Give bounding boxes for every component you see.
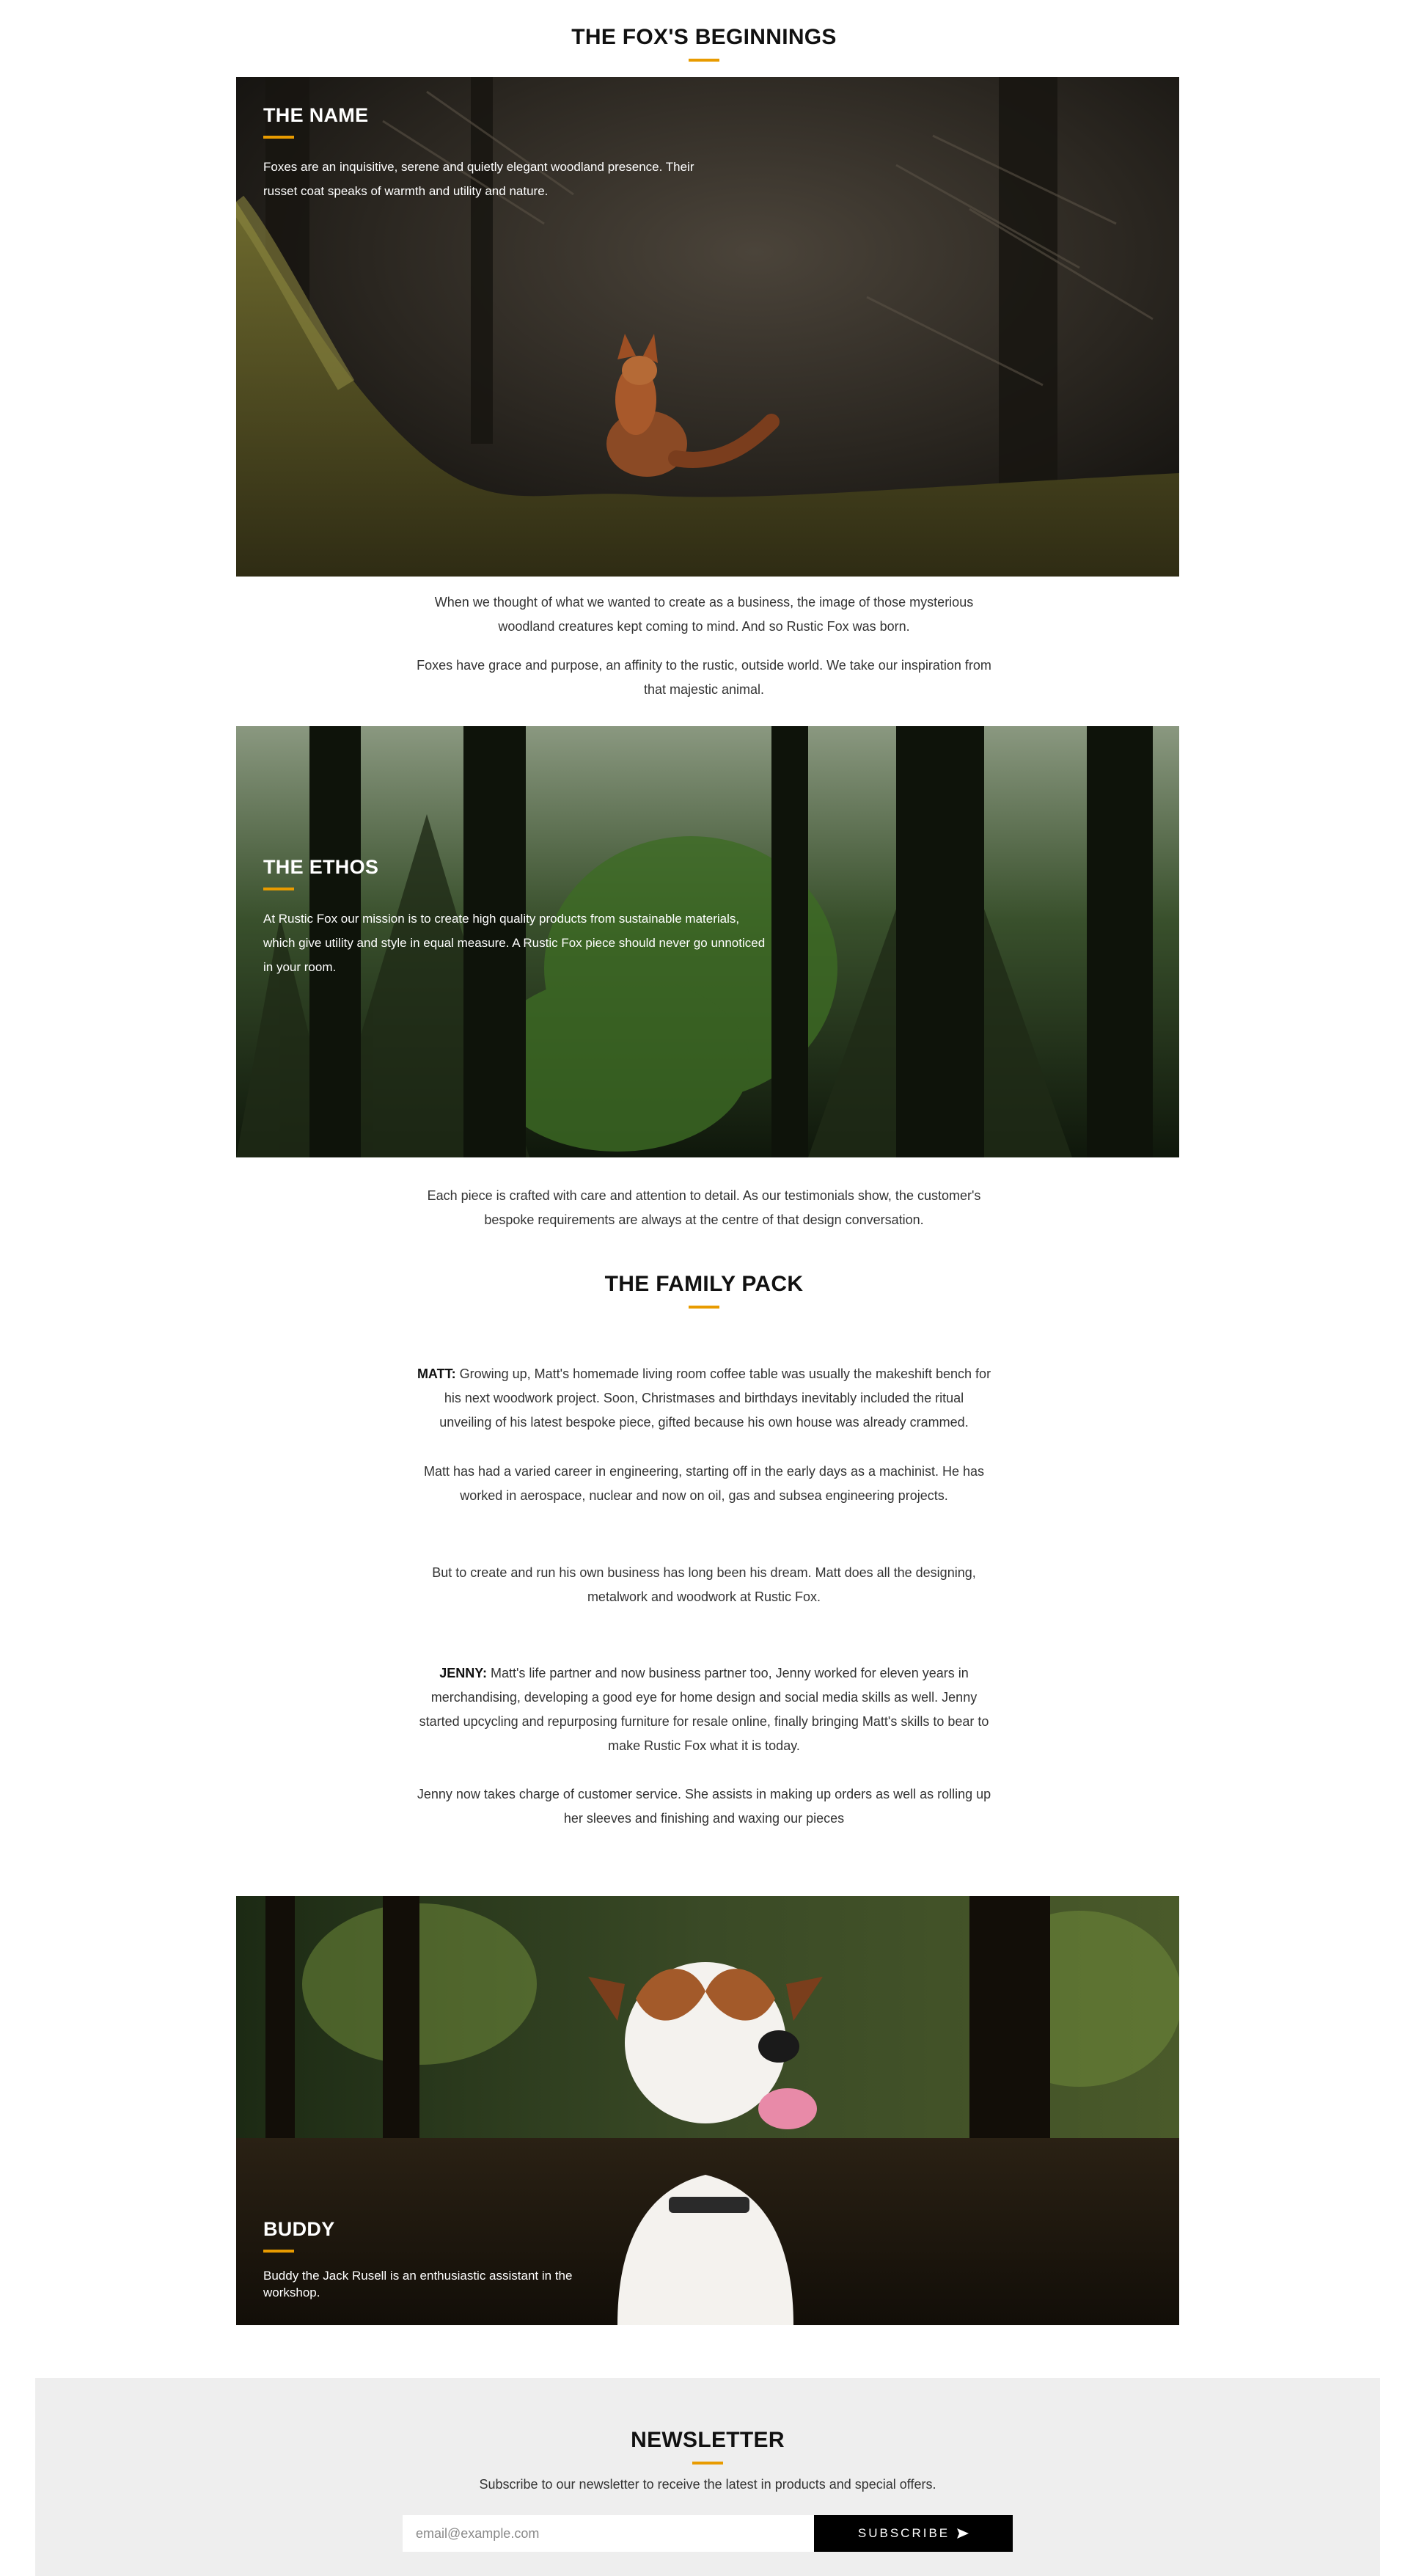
name-card-title: THE NAME — [263, 104, 369, 126]
subscribe-button-label: SUBSCRIBE — [857, 2526, 950, 2540]
paragraph-line: started upcycling and repurposing furnit… — [419, 1714, 989, 1729]
paragraph-line: make Rustic Fox what it is today. — [608, 1738, 800, 1753]
beginnings-section: THE FOX'S BEGINNINGS — [0, 25, 1408, 62]
matt-paragraph-1: MATT: Growing up, Matt's homemade living… — [0, 1362, 1408, 1435]
buddy-line: Buddy the Jack Rusell is an enthusiastic… — [263, 2269, 573, 2283]
buddy-card-text: Buddy the Jack Rusell is an enthusiastic… — [263, 2267, 645, 2301]
ethos-line: which give utility and style in equal me… — [263, 936, 766, 950]
ethos-hero-image: THE ETHOS At Rustic Fox our mission is t… — [236, 726, 1179, 1157]
beginnings-paragraph-1: When we thought of what we wanted to cre… — [0, 590, 1408, 639]
jenny-name: JENNY: — [439, 1666, 487, 1680]
family-section: THE FAMILY PACK — [0, 1272, 1408, 1309]
buddy-card: BUDDY Buddy the Jack Rusell is an enthus… — [263, 2218, 645, 2301]
paragraph-line: metalwork and woodwork at Rustic Fox. — [587, 1589, 821, 1604]
fox-hero-image: THE NAME Foxes are an inquisitive, seren… — [236, 77, 1179, 577]
newsletter-subtitle: Subscribe to our newsletter to receive t… — [479, 2477, 936, 2492]
ethos-card-title: THE ETHOS — [263, 856, 379, 878]
ethos-card-text: At Rustic Fox our mission is to create h… — [263, 907, 850, 979]
ethos-paragraph: Each piece is crafted with care and atte… — [0, 1184, 1408, 1232]
ethos-line: in your room. — [263, 960, 337, 974]
name-card-line: Foxes are an inquisitive, serene and qui… — [263, 160, 694, 174]
card-underline — [263, 888, 294, 890]
paragraph-line: Jenny now takes charge of customer servi… — [417, 1787, 991, 1801]
paragraph-line: woodland creatures kept coming to mind. … — [498, 619, 910, 634]
paragraph-line: Growing up, Matt's homemade living room … — [455, 1366, 991, 1381]
heading-underline — [689, 59, 719, 62]
paragraph-line: bespoke requirements are always at the c… — [484, 1212, 924, 1227]
heading-underline — [692, 2462, 723, 2465]
paragraph-line: her sleeves and finishing and waxing our… — [563, 1811, 845, 1826]
paragraph-line: Each piece is crafted with care and atte… — [427, 1188, 981, 1203]
beginnings-heading: THE FOX'S BEGINNINGS — [571, 25, 837, 49]
ethos-card: THE ETHOS At Rustic Fox our mission is t… — [263, 856, 850, 979]
paragraph-line: worked in aerospace, nuclear and now on … — [460, 1488, 948, 1503]
buddy-hero-image: BUDDY Buddy the Jack Rusell is an enthus… — [236, 1896, 1179, 2325]
newsletter-section: NEWSLETTER Subscribe to our newsletter t… — [35, 2378, 1380, 2576]
card-underline — [263, 136, 294, 139]
name-card-text: Foxes are an inquisitive, serene and qui… — [263, 155, 821, 203]
matt-paragraph-3: But to create and run his own business h… — [0, 1561, 1408, 1609]
paragraph-line: Foxes have grace and purpose, an affinit… — [417, 658, 991, 673]
paragraph-line: When we thought of what we wanted to cre… — [434, 595, 974, 610]
subscribe-button[interactable]: SUBSCRIBE — [814, 2515, 1013, 2552]
beginnings-paragraph-2: Foxes have grace and purpose, an affinit… — [0, 654, 1408, 702]
matt-paragraph-2: Matt has had a varied career in engineer… — [0, 1460, 1408, 1508]
name-card: THE NAME Foxes are an inquisitive, seren… — [263, 104, 821, 203]
send-arrow-icon — [957, 2528, 969, 2539]
buddy-card-title: BUDDY — [263, 2218, 335, 2240]
paragraph-line: Matt has had a varied career in engineer… — [423, 1464, 985, 1479]
newsletter-form: SUBSCRIBE — [403, 2515, 1013, 2552]
paragraph-line: that majestic animal. — [643, 682, 765, 697]
paragraph-line: Matt's life partner and now business par… — [486, 1666, 969, 1680]
family-heading: THE FAMILY PACK — [604, 1272, 804, 1296]
card-underline — [263, 2250, 294, 2253]
paragraph-line: merchandising, developing a good eye for… — [430, 1690, 978, 1705]
heading-underline — [689, 1306, 719, 1309]
matt-name: MATT: — [417, 1366, 456, 1381]
name-card-line: russet coat speaks of warmth and utility… — [263, 184, 549, 198]
buddy-line: workshop. — [263, 2286, 320, 2299]
email-input[interactable] — [403, 2515, 814, 2552]
jenny-paragraph-2: Jenny now takes charge of customer servi… — [0, 1782, 1408, 1831]
newsletter-title-block: NEWSLETTER — [35, 2428, 1380, 2465]
jenny-paragraph-1: JENNY: Matt's life partner and now busin… — [0, 1661, 1408, 1758]
paragraph-line: But to create and run his own business h… — [432, 1565, 976, 1580]
newsletter-heading: NEWSLETTER — [631, 2428, 785, 2452]
ethos-line: At Rustic Fox our mission is to create h… — [263, 912, 740, 926]
paragraph-line: unveiling of his latest bespoke piece, g… — [439, 1415, 969, 1430]
paragraph-line: his next woodwork project. Soon, Christm… — [444, 1391, 964, 1405]
